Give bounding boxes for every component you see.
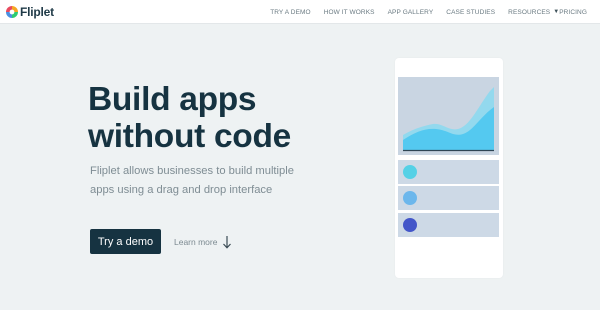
top-navbar: Fliplet TRY A DEMO HOW IT WORKS APP GALL… bbox=[0, 0, 600, 24]
app-mockup-illustration bbox=[395, 58, 503, 278]
mockup-list-item bbox=[398, 186, 499, 210]
hero-title: Build apps without code bbox=[88, 81, 348, 155]
list-dot-icon bbox=[403, 191, 417, 205]
area-chart-graphic bbox=[403, 87, 494, 152]
mockup-list-item bbox=[398, 213, 499, 237]
nav-resources: RESOURCES bbox=[508, 8, 551, 16]
try-a-demo-button[interactable]: Try a demo bbox=[90, 229, 161, 254]
learn-more-label: Learn more bbox=[174, 237, 218, 247]
nav-resources-dropdown[interactable]: RESOURCES ▼ bbox=[508, 9, 559, 16]
fliplet-logo[interactable]: Fliplet bbox=[6, 4, 54, 20]
nav-app-gallery[interactable]: APP GALLERY bbox=[388, 9, 434, 16]
mockup-area-chart bbox=[398, 77, 499, 155]
hero-title-line2: without code bbox=[88, 118, 291, 155]
arrow-down-icon bbox=[223, 236, 232, 249]
list-dot-icon bbox=[403, 165, 417, 179]
list-dot-icon bbox=[403, 218, 417, 232]
nav-links: TRY A DEMO HOW IT WORKS APP GALLERY CASE… bbox=[270, 0, 587, 24]
fliplet-logo-icon bbox=[6, 6, 18, 18]
hero-subtitle: Fliplet allows businesses to build multi… bbox=[90, 165, 294, 196]
mockup-list-item bbox=[398, 160, 499, 184]
nav-case-studies[interactable]: CASE STUDIES bbox=[446, 9, 495, 16]
learn-more-link[interactable]: Learn more bbox=[174, 233, 232, 251]
brand-name: Fliplet bbox=[20, 5, 54, 19]
nav-try-a-demo[interactable]: TRY A DEMO bbox=[270, 9, 311, 16]
nav-pricing[interactable]: PRICING bbox=[559, 9, 587, 16]
nav-how-it-works[interactable]: HOW IT WORKS bbox=[324, 9, 375, 16]
hero-title-line1: Build apps bbox=[88, 81, 257, 118]
